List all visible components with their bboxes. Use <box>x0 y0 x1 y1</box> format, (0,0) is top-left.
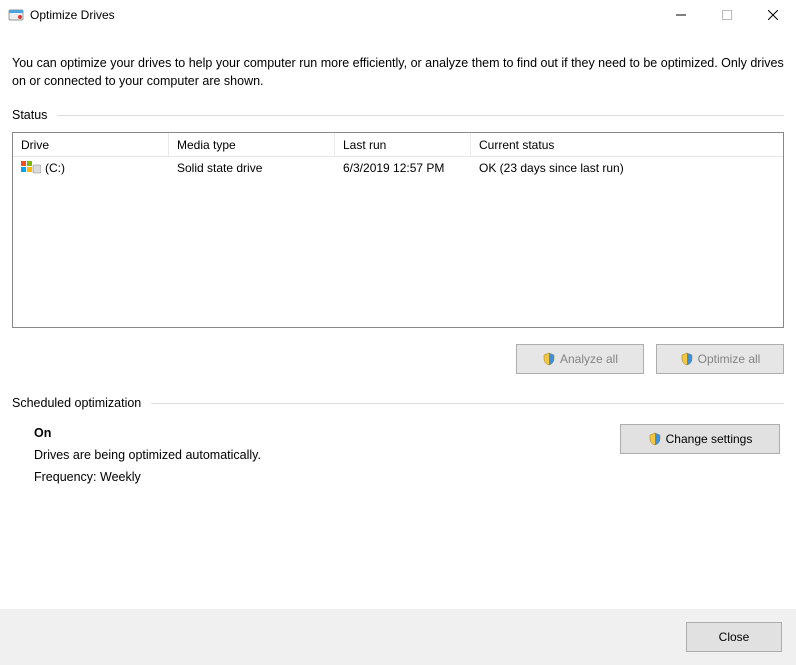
optimize-all-label: Optimize all <box>698 352 761 366</box>
windows-drive-icon <box>21 161 41 175</box>
window-title: Optimize Drives <box>30 8 115 22</box>
sched-label: Scheduled optimization <box>12 396 141 410</box>
sched-freq: Frequency: Weekly <box>34 470 594 484</box>
close-button[interactable]: Close <box>686 622 782 652</box>
col-header-drive[interactable]: Drive <box>13 133 169 156</box>
titlebar: Optimize Drives <box>0 0 796 30</box>
change-settings-label: Change settings <box>666 432 753 446</box>
cell-media: Solid state drive <box>169 161 335 175</box>
analyze-all-button: Analyze all <box>516 344 644 374</box>
sched-state: On <box>34 426 594 440</box>
app-icon <box>8 7 24 23</box>
optimize-all-button: Optimize all <box>656 344 784 374</box>
col-header-media[interactable]: Media type <box>169 133 335 156</box>
cell-last: 6/3/2019 12:57 PM <box>335 161 471 175</box>
cell-status: OK (23 days since last run) <box>471 161 783 175</box>
table-header: Drive Media type Last run Current status <box>13 133 783 157</box>
shield-icon <box>680 352 694 366</box>
col-header-status[interactable]: Current status <box>471 133 783 156</box>
drive-table[interactable]: Drive Media type Last run Current status… <box>12 132 784 328</box>
analyze-all-label: Analyze all <box>560 352 618 366</box>
close-label: Close <box>719 630 750 644</box>
sched-section-header: Scheduled optimization <box>12 396 784 410</box>
table-row[interactable]: (C:) Solid state drive 6/3/2019 12:57 PM… <box>13 157 783 179</box>
cell-drive: (C:) <box>45 161 65 175</box>
maximize-button[interactable] <box>704 0 750 30</box>
col-header-last[interactable]: Last run <box>335 133 471 156</box>
sched-desc: Drives are being optimized automatically… <box>34 448 594 462</box>
status-section-header: Status <box>12 108 784 122</box>
status-label: Status <box>12 108 47 122</box>
shield-icon <box>648 432 662 446</box>
footer: Close <box>0 609 796 665</box>
minimize-button[interactable] <box>658 0 704 30</box>
shield-icon <box>542 352 556 366</box>
close-window-button[interactable] <box>750 0 796 30</box>
intro-text: You can optimize your drives to help you… <box>12 54 784 90</box>
change-settings-button[interactable]: Change settings <box>620 424 780 454</box>
